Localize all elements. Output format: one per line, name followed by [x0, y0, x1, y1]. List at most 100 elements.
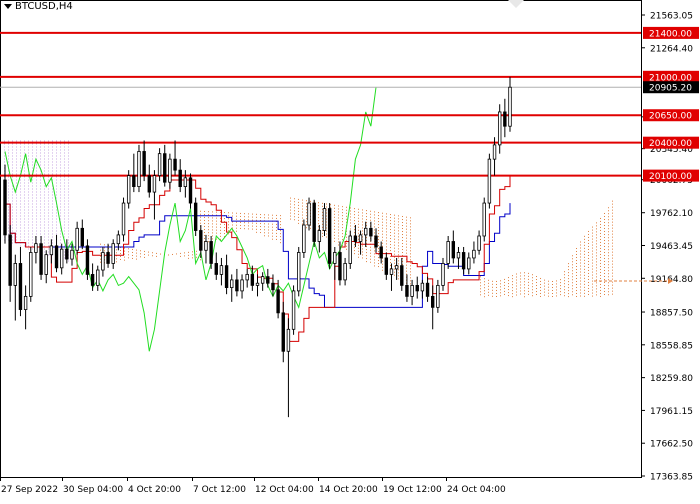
- ichimoku-cloud-dot: [228, 212, 229, 214]
- ichimoku-cloud-dot: [60, 203, 61, 205]
- ichimoku-cloud-dot: [496, 295, 497, 297]
- ichimoku-cloud-dot: [580, 286, 581, 288]
- ichimoku-cloud-dot: [60, 236, 61, 238]
- ichimoku-cloud-dot: [36, 167, 37, 169]
- ichimoku-cloud-dot: [12, 161, 13, 163]
- ichimoku-cloud-dot: [64, 221, 65, 223]
- ichimoku-cloud-dot: [204, 216, 205, 218]
- ichimoku-cloud-dot: [68, 182, 69, 184]
- ichimoku-cloud-dot: [200, 222, 201, 224]
- ichimoku-cloud-dot: [306, 209, 307, 211]
- ichimoku-cloud-dot: [386, 231, 387, 233]
- ichimoku-cloud-dot: [44, 248, 45, 250]
- ichimoku-cloud-dot: [576, 250, 577, 252]
- ichimoku-cloud-dot: [378, 254, 379, 256]
- ichimoku-cloud-dot: [52, 203, 53, 205]
- ichimoku-cloud-dot: [596, 258, 597, 260]
- ichimoku-cloud-dot: [56, 230, 57, 232]
- ichimoku-cloud-dot: [572, 285, 573, 287]
- ichimoku-cloud-dot: [290, 212, 291, 214]
- ichimoku-cloud-dot: [500, 292, 501, 294]
- ichimoku-cloud-dot: [228, 218, 229, 220]
- ichimoku-cloud-dot: [374, 211, 375, 213]
- ichimoku-cloud-dot: [394, 247, 395, 249]
- ichimoku-cloud-dot: [612, 275, 613, 277]
- ichimoku-cloud-dot: [338, 214, 339, 216]
- dropdown-triangle-icon[interactable]: [4, 4, 12, 9]
- chart-symbol-title[interactable]: BTCUSD,H4: [4, 1, 73, 12]
- ichimoku-cloud-dot: [16, 236, 17, 238]
- ichimoku-cloud-dot: [44, 176, 45, 178]
- ichimoku-cloud-dot: [244, 213, 245, 215]
- candle-body: [441, 263, 445, 286]
- ichimoku-cloud-dot: [36, 149, 37, 151]
- ichimoku-cloud-dot: [560, 294, 561, 296]
- ichimoku-cloud-dot: [56, 197, 57, 199]
- ichimoku-cloud-dot: [12, 224, 13, 226]
- ichimoku-cloud-dot: [28, 242, 29, 244]
- ichimoku-cloud-dot: [24, 230, 25, 232]
- ichimoku-cloud-dot: [56, 224, 57, 226]
- ichimoku-cloud-dot: [12, 203, 13, 205]
- ichimoku-cloud-dot: [64, 170, 65, 172]
- ichimoku-cloud-dot: [60, 140, 61, 142]
- ichimoku-cloud-dot: [36, 182, 37, 184]
- ichimoku-cloud-dot: [60, 164, 61, 166]
- ichimoku-cloud-dot: [52, 164, 53, 166]
- ichimoku-cloud-dot: [378, 263, 379, 265]
- ichimoku-cloud-dot: [60, 209, 61, 211]
- ichimoku-cloud-dot: [20, 185, 21, 187]
- ichimoku-cloud-dot: [556, 289, 557, 291]
- ichimoku-cloud-dot: [8, 152, 9, 154]
- ichimoku-cloud-dot: [592, 280, 593, 282]
- ichimoku-cloud-dot: [342, 233, 343, 235]
- ichimoku-cloud-dot: [604, 275, 605, 277]
- ichimoku-cloud-dot: [596, 231, 597, 233]
- ichimoku-cloud-dot: [52, 224, 53, 226]
- ichimoku-cloud-dot: [532, 280, 533, 282]
- ichimoku-cloud-dot: [588, 242, 589, 244]
- ichimoku-cloud-dot: [480, 294, 481, 296]
- ichimoku-cloud-dot: [520, 284, 521, 286]
- ichimoku-cloud-dot: [52, 209, 53, 211]
- ichimoku-cloud-dot: [600, 238, 601, 240]
- ichimoku-cloud-dot: [116, 258, 117, 260]
- ichimoku-cloud-dot: [596, 285, 597, 287]
- ichimoku-cloud-dot: [64, 236, 65, 238]
- ichimoku-cloud-dot: [544, 279, 545, 281]
- ichimoku-cloud-dot: [564, 283, 565, 285]
- ichimoku-cloud-dot: [64, 185, 65, 187]
- ichimoku-cloud-dot: [608, 222, 609, 224]
- ichimoku-cloud-dot: [64, 200, 65, 202]
- ichimoku-cloud-dot: [48, 236, 49, 238]
- ichimoku-cloud-dot: [390, 223, 391, 225]
- candle-body: [240, 279, 244, 292]
- ichimoku-cloud-dot: [290, 206, 291, 208]
- ichimoku-cloud-dot: [68, 221, 69, 223]
- ichimoku-cloud-dot: [588, 230, 589, 232]
- ichimoku-cloud-dot: [338, 238, 339, 240]
- ichimoku-cloud-dot: [390, 262, 391, 264]
- ichimoku-cloud-dot: [24, 236, 25, 238]
- ichimoku-cloud-dot: [294, 198, 295, 200]
- ichimoku-cloud-dot: [12, 170, 13, 172]
- ichimoku-cloud-dot: [612, 212, 613, 214]
- candle-body: [111, 243, 115, 264]
- ichimoku-cloud-dot: [48, 239, 49, 241]
- ichimoku-cloud-dot: [374, 220, 375, 222]
- ichimoku-cloud-dot: [386, 225, 387, 227]
- ichimoku-cloud-dot: [362, 233, 363, 235]
- ichimoku-cloud-dot: [20, 236, 21, 238]
- ichimoku-cloud-dot: [48, 173, 49, 175]
- ichimoku-cloud-dot: [488, 279, 489, 281]
- ichimoku-cloud-dot: [8, 155, 9, 157]
- ichimoku-cloud-dot: [28, 176, 29, 178]
- candle-body: [142, 151, 146, 177]
- ichimoku-cloud-dot: [588, 272, 589, 274]
- ichimoku-cloud-dot: [208, 232, 209, 234]
- ichimoku-cloud-dot: [338, 232, 339, 234]
- ichimoku-cloud-dot: [406, 264, 407, 266]
- ichimoku-cloud-dot: [36, 203, 37, 205]
- ichimoku-cloud-dot: [16, 179, 17, 181]
- ichimoku-cloud-dot: [252, 219, 253, 221]
